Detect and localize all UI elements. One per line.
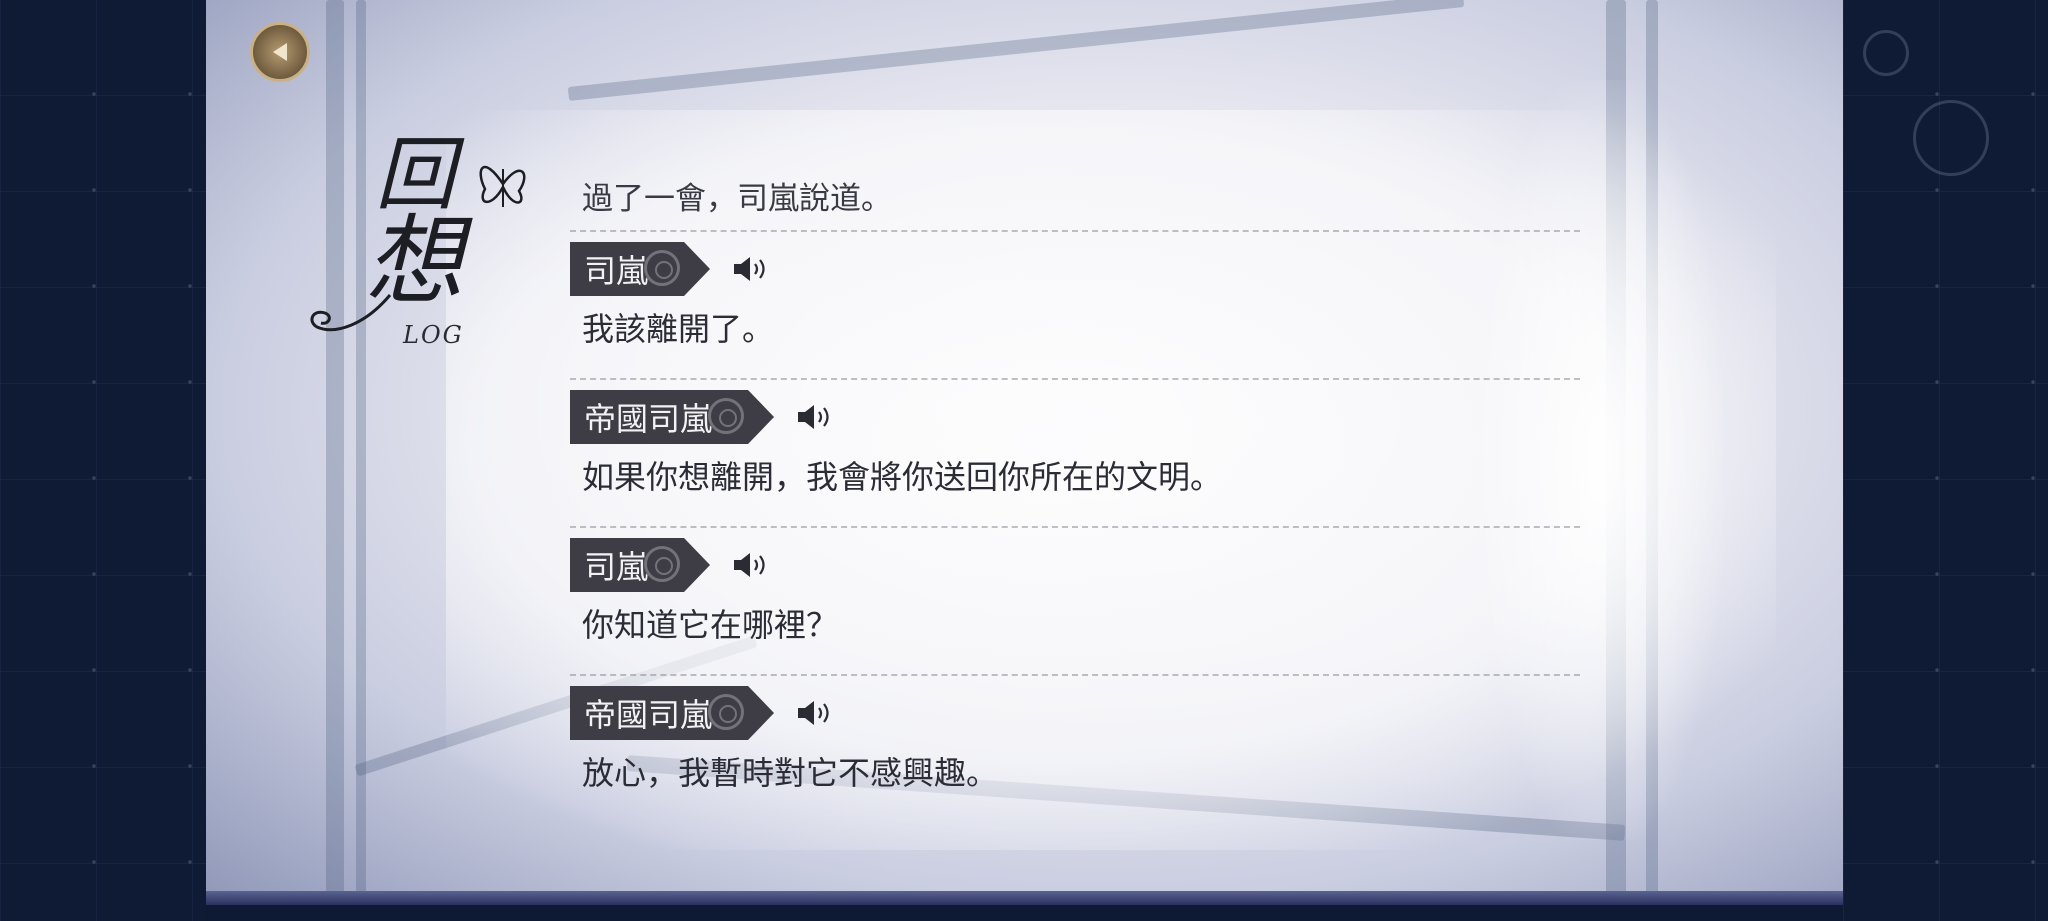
rose-icon bbox=[708, 694, 744, 730]
voice-replay-button[interactable] bbox=[732, 548, 776, 582]
rose-decoration-icon bbox=[1863, 30, 1909, 76]
rose-icon bbox=[644, 250, 680, 286]
back-arrow-icon bbox=[273, 43, 287, 61]
swirl-ornament-icon bbox=[310, 294, 392, 332]
rose-icon bbox=[644, 546, 680, 582]
voice-replay-button[interactable] bbox=[796, 696, 840, 730]
speaker-icon bbox=[734, 553, 765, 577]
log-subtitle: LOG bbox=[403, 321, 464, 349]
speaker-icon bbox=[798, 405, 829, 429]
speaker-name-plate: 帝國司嵐 bbox=[570, 686, 774, 740]
speaker-tag: 司嵐 bbox=[570, 242, 776, 296]
log-entry: 帝國司嵐 放心，我暫時對它不感興趣。 bbox=[570, 682, 1580, 822]
speaker-tag: 帝國司嵐 bbox=[570, 686, 840, 740]
narration-line: 過了一會，司嵐說道。 bbox=[582, 181, 892, 217]
speaker-name-plate: 帝國司嵐 bbox=[570, 390, 774, 444]
speaker-name: 司嵐 bbox=[584, 548, 649, 586]
scene-bottom-border bbox=[206, 891, 1843, 905]
rose-decoration-icon bbox=[1913, 100, 1989, 176]
speaker-name-plate: 司嵐 bbox=[570, 538, 710, 592]
right-side-panel bbox=[1843, 0, 2048, 921]
log-title: 回 想 LOG bbox=[305, 135, 545, 355]
speaker-icon bbox=[734, 257, 765, 281]
rose-icon bbox=[708, 398, 744, 434]
speaker-name: 司嵐 bbox=[584, 252, 649, 290]
speaker-name-plate: 司嵐 bbox=[570, 242, 710, 296]
log-entry: 帝國司嵐 如果你想離開，我會將你送回你所在的文明。 bbox=[570, 386, 1580, 526]
speaker-tag: 司嵐 bbox=[570, 538, 776, 592]
speaker-name: 帝國司嵐 bbox=[584, 696, 713, 734]
speaker-icon bbox=[798, 701, 829, 725]
divider bbox=[570, 378, 1580, 380]
left-side-panel bbox=[0, 0, 206, 921]
divider bbox=[570, 230, 1580, 232]
back-button[interactable] bbox=[250, 22, 310, 82]
log-list: 過了一會，司嵐說道。 司嵐 我該離開了。 帝國司嵐 如果你想離開，我會將你送回你… bbox=[570, 168, 1580, 822]
log-title-kanji-top: 回 bbox=[375, 128, 455, 221]
butterfly-icon bbox=[479, 165, 526, 207]
dialogue-text: 如果你想離開，我會將你送回你所在的文明。 bbox=[582, 458, 1223, 496]
dialogue-text: 你知道它在哪裡？ bbox=[582, 606, 839, 644]
divider bbox=[570, 526, 1580, 528]
dialogue-text: 我該離開了。 bbox=[582, 310, 775, 348]
voice-replay-button[interactable] bbox=[732, 252, 776, 286]
voice-replay-button[interactable] bbox=[796, 400, 840, 434]
speaker-name: 帝國司嵐 bbox=[584, 400, 713, 438]
speaker-tag: 帝國司嵐 bbox=[570, 390, 840, 444]
log-entry: 司嵐 你知道它在哪裡？ bbox=[570, 534, 1580, 674]
dialogue-text: 放心，我暫時對它不感興趣。 bbox=[582, 754, 999, 792]
divider bbox=[570, 674, 1580, 676]
log-entry: 司嵐 我該離開了。 bbox=[570, 238, 1580, 378]
